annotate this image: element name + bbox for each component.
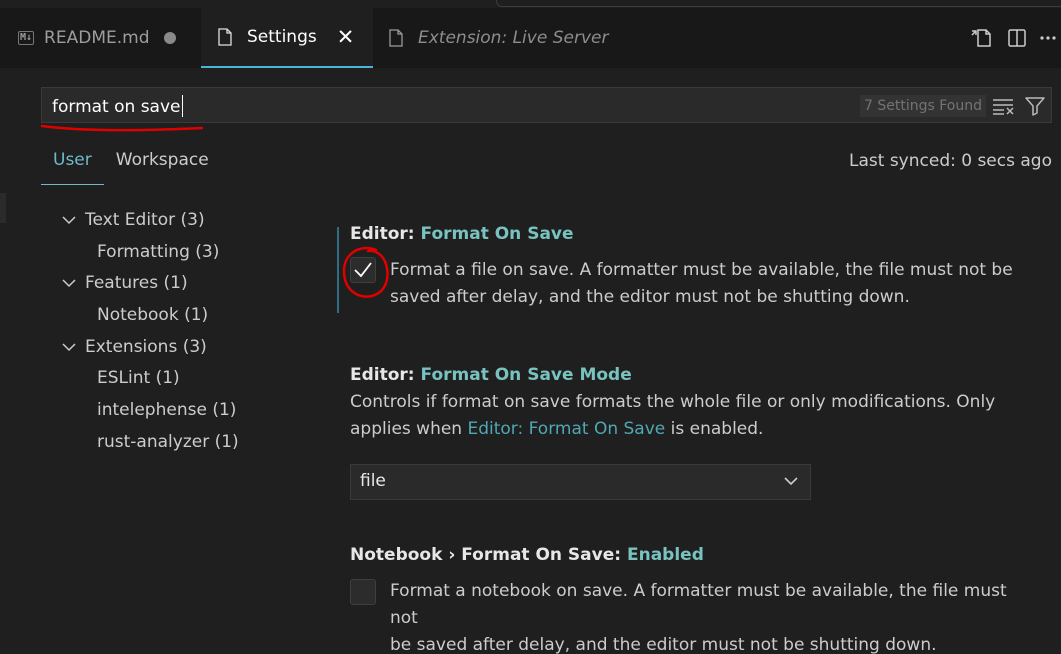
toc-item-eslint[interactable]: ESLint (1) [97, 363, 180, 393]
setting-title: Editor: Format On Save Mode [350, 365, 632, 385]
sash-edge [0, 193, 6, 223]
toc-item-formatting[interactable]: Formatting (3) [97, 237, 219, 267]
red-underline-annotation [40, 124, 204, 132]
setting-notebook-format-on-save: Notebook › Format On Save: Enabled [350, 545, 1030, 565]
tab-workspace[interactable]: Workspace [104, 146, 221, 185]
tab-settings[interactable]: Settings ✕ [201, 8, 373, 68]
close-icon[interactable]: ✕ [337, 26, 355, 48]
format-on-save-mode-select[interactable]: file [350, 464, 811, 500]
tab-extension-live-server[interactable]: Extension: Live Server [389, 8, 608, 68]
markdown-icon: M↓ [18, 31, 35, 45]
setting-title: Notebook › Format On Save: Enabled [350, 545, 704, 565]
settings-count-badge: 7 Settings Found [860, 95, 986, 117]
red-circle-annotation [342, 246, 389, 298]
settings-scope-tabs: User Workspace [41, 146, 221, 186]
file-icon [389, 29, 403, 47]
tab-readme[interactable]: M↓ README.md [18, 8, 177, 68]
setting-description: Format a file on save. A formatter must … [390, 260, 1013, 307]
toc-item-notebook[interactable]: Notebook (1) [97, 300, 208, 330]
tab-label: Extension: Live Server [418, 28, 609, 48]
chevron-down-icon [62, 343, 76, 352]
setting-title: Editor: Format On Save [350, 224, 574, 244]
setting-link[interactable]: Editor: Format On Save [467, 419, 665, 439]
setting-description: Format a notebook on save. A formatter m… [390, 581, 1007, 654]
search-value[interactable]: format on save [52, 95, 183, 117]
toc-item-text-editor[interactable]: Text Editor (3) [60, 205, 205, 235]
chevron-down-icon [784, 477, 798, 486]
notebook-format-on-save-checkbox[interactable] [350, 579, 376, 605]
toc-item-features[interactable]: Features (1) [60, 268, 188, 298]
tab-user[interactable]: User [41, 146, 104, 185]
tab-label: Settings [247, 27, 317, 47]
setting-description: applies when Editor: Format On Save is e… [350, 419, 764, 439]
tab-label: README.md [44, 28, 150, 48]
title-bar-strip [0, 0, 1061, 8]
toc-item-extensions[interactable]: Extensions (3) [60, 332, 207, 362]
editor-tab-bar: M↓ README.md Settings ✕ Extension: Live … [0, 8, 1061, 68]
setting-format-on-save-mode: Editor: Format On Save Mode Controls if … [350, 365, 1030, 443]
last-synced-label: Last synced: 0 secs ago [849, 151, 1052, 171]
chevron-down-icon [62, 279, 76, 288]
focused-setting-indicator [337, 227, 339, 313]
toc-item-rust-analyzer[interactable]: rust-analyzer (1) [97, 427, 239, 457]
chevron-down-icon [62, 216, 76, 225]
open-settings-json-icon[interactable] [963, 23, 999, 53]
setting-description: Controls if format on save formats the w… [350, 392, 996, 412]
editor-actions [963, 8, 1061, 68]
split-editor-icon[interactable] [999, 23, 1035, 53]
unsaved-dot-icon[interactable] [164, 32, 177, 44]
filter-icon[interactable] [1024, 95, 1046, 117]
command-center-edge [496, 0, 1061, 7]
clear-filter-icon[interactable] [992, 96, 1016, 116]
settings-search-input[interactable]: format on save 7 Settings Found [41, 87, 1052, 123]
setting-format-on-save: Editor: Format On Save [350, 224, 1030, 244]
text-caret [181, 95, 183, 117]
more-actions-icon[interactable] [1035, 23, 1061, 53]
select-value: file [360, 471, 386, 491]
toc-item-intelephense[interactable]: intelephense (1) [97, 395, 236, 425]
file-icon [218, 28, 232, 46]
